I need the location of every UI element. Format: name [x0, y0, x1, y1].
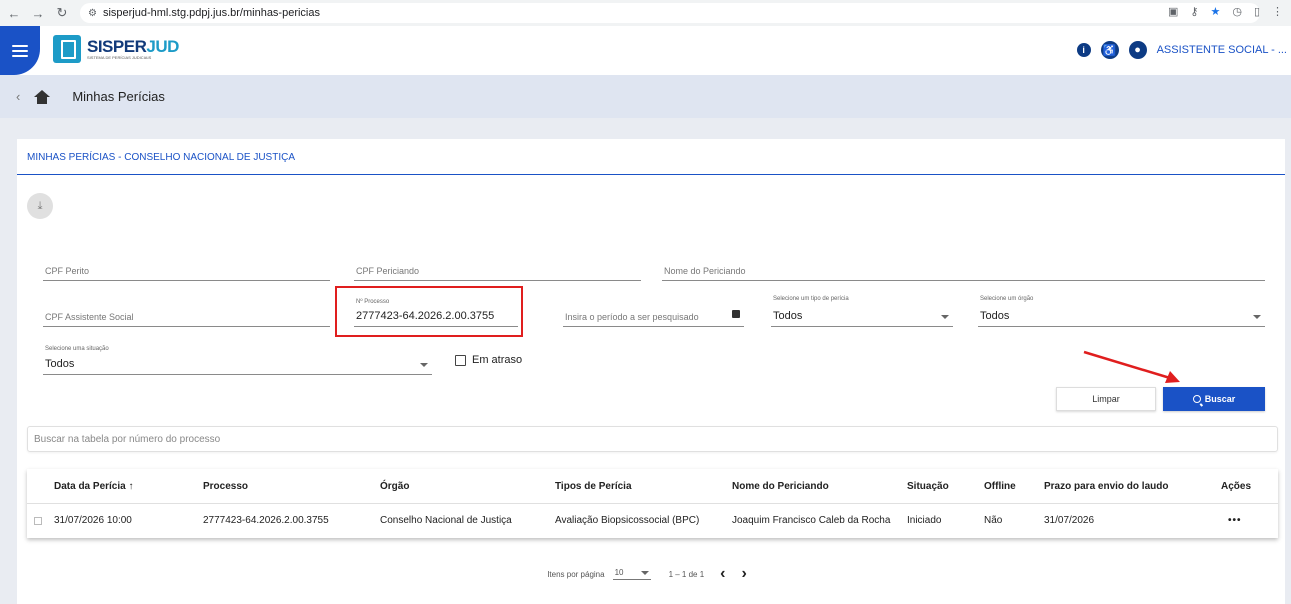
breadcrumb: ‹ Minhas Perícias — [0, 75, 1291, 118]
home-icon[interactable] — [34, 89, 51, 104]
cpf-assistente-field[interactable]: CPF Assistente Social — [43, 304, 330, 327]
next-page-icon[interactable]: › — [741, 565, 746, 583]
page-title: Minhas Perícias — [72, 89, 165, 104]
col-situacao: Situação — [907, 480, 949, 492]
download-button[interactable]: ⤓ — [27, 193, 53, 219]
cell-tipo: Avaliação Biopsicossocial (BPC) — [555, 515, 700, 526]
cell-situacao: Iniciado — [907, 515, 942, 526]
highlight-box — [335, 286, 523, 337]
address-bar[interactable]: ⚙ sisperjud-hml.stg.pdpj.jus.br/minhas-p… — [80, 3, 1260, 23]
accessibility-icon[interactable]: ♿ — [1100, 41, 1119, 59]
em-atraso-checkbox[interactable]: Em atraso — [455, 354, 522, 366]
cell-nome: Joaquim Francisco Caleb da Rocha — [732, 515, 891, 526]
chevron-down-icon — [941, 315, 949, 319]
col-orgao: Órgão — [380, 480, 410, 492]
page-size-select[interactable]: 10 — [612, 568, 651, 580]
star-icon[interactable]: ★ — [1210, 5, 1220, 18]
logo-icon — [53, 35, 81, 63]
situacao-select[interactable]: Selecione uma situação Todos — [43, 346, 432, 375]
main-card: MINHAS PERÍCIAS - CONSELHO NACIONAL DE J… — [17, 139, 1285, 604]
card-title: MINHAS PERÍCIAS - CONSELHO NACIONAL DE J… — [17, 139, 1285, 175]
chevron-down-icon — [1253, 315, 1261, 319]
items-per-page-label: Itens por página — [547, 569, 605, 579]
app-header: SISPERJUD SISTEMA DE PERÍCIAS JUDICIAIS … — [0, 26, 1291, 75]
cast-icon[interactable]: ▣ — [1168, 5, 1178, 18]
download-icon: ⤓ — [37, 199, 43, 212]
col-offline: Offline — [984, 480, 1016, 492]
tipo-pericia-select[interactable]: Selecione um tipo de perícia Todos — [771, 296, 953, 327]
site-settings-icon[interactable]: ⚙ — [88, 8, 97, 19]
nome-periciando-field[interactable]: Nome do Periciando — [662, 259, 1265, 281]
col-prazo: Prazo para envio do laudo — [1044, 480, 1169, 492]
info-icon[interactable]: i — [1076, 43, 1091, 57]
cell-prazo: 31/07/2026 — [1044, 515, 1095, 526]
logo-title: SISPERJUD — [87, 37, 179, 56]
cell-data: 31/07/2026 10:00 — [54, 515, 132, 526]
chevron-down-icon — [640, 570, 649, 575]
orgao-select[interactable]: Selecione um órgão Todos — [978, 296, 1265, 327]
forward-arrow-icon[interactable]: → — [28, 3, 48, 23]
col-tipos: Tipos de Perícia — [555, 480, 632, 492]
app-logo[interactable]: SISPERJUD SISTEMA DE PERÍCIAS JUDICIAIS — [53, 35, 179, 63]
col-processo: Processo — [203, 480, 249, 492]
key-icon[interactable]: ⚷ — [1190, 5, 1198, 18]
table-search-input[interactable]: Buscar na tabela por número do processo — [27, 426, 1278, 452]
checkbox-icon — [455, 354, 466, 366]
hamburger-icon — [12, 44, 28, 57]
chevron-down-icon — [420, 363, 428, 367]
periodo-field[interactable]: Insira o período a ser pesquisado — [563, 304, 744, 327]
row-checkbox[interactable] — [34, 516, 42, 525]
calendar-icon[interactable] — [732, 310, 740, 318]
paginator: Itens por página 10 1 – 1 de 1 ‹ › — [17, 559, 1285, 589]
col-data-pericia[interactable]: Data da Perícia ↑ — [54, 481, 133, 492]
puzzle-icon[interactable]: ▯ — [1254, 5, 1260, 18]
limpar-button[interactable]: Limpar — [1056, 387, 1156, 411]
reload-icon[interactable]: ↻ — [52, 3, 72, 23]
user-avatar-icon[interactable]: ● — [1128, 41, 1147, 59]
logo-subtitle: SISTEMA DE PERÍCIAS JUDICIAIS — [87, 55, 152, 60]
cell-offline: Não — [984, 515, 1003, 526]
user-name[interactable]: ASSISTENTE SOCIAL - ... — [1157, 44, 1287, 56]
results-table: Data da Perícia ↑ Processo Órgão Tipos d… — [27, 469, 1278, 538]
extension-icon[interactable]: ◷ — [1232, 5, 1242, 18]
col-acoes: Ações — [1221, 480, 1252, 492]
url-text: sisperjud-hml.stg.pdpj.jus.br/minhas-per… — [102, 7, 320, 19]
cell-processo: 2777423-64.2026.2.00.3755 — [203, 515, 329, 526]
more-actions-icon[interactable]: ••• — [1228, 515, 1242, 526]
search-icon — [1192, 395, 1201, 403]
buscar-button[interactable]: Buscar — [1163, 387, 1265, 411]
menu-icon[interactable]: ⋮ — [1272, 5, 1283, 18]
chevron-left-icon[interactable]: ‹ — [16, 89, 20, 104]
col-nome: Nome do Periciando — [732, 480, 829, 492]
cpf-perito-field[interactable]: CPF Perito — [43, 259, 330, 281]
hamburger-menu-button[interactable] — [0, 26, 40, 75]
back-arrow-icon[interactable]: ← — [4, 3, 24, 23]
annotation-arrow — [1083, 350, 1180, 383]
table-header-row: Data da Perícia ↑ Processo Órgão Tipos d… — [27, 469, 1278, 504]
cell-orgao: Conselho Nacional de Justiça — [380, 515, 512, 526]
page-range: 1 – 1 de 1 — [668, 569, 705, 579]
browser-toolbar: ← → ↻ ⚙ sisperjud-hml.stg.pdpj.jus.br/mi… — [0, 0, 1291, 26]
cpf-periciando-field[interactable]: CPF Periciando — [354, 259, 641, 281]
table-row[interactable]: 31/07/2026 10:00 2777423-64.2026.2.00.37… — [27, 504, 1278, 537]
previous-page-icon[interactable]: ‹ — [720, 565, 725, 583]
